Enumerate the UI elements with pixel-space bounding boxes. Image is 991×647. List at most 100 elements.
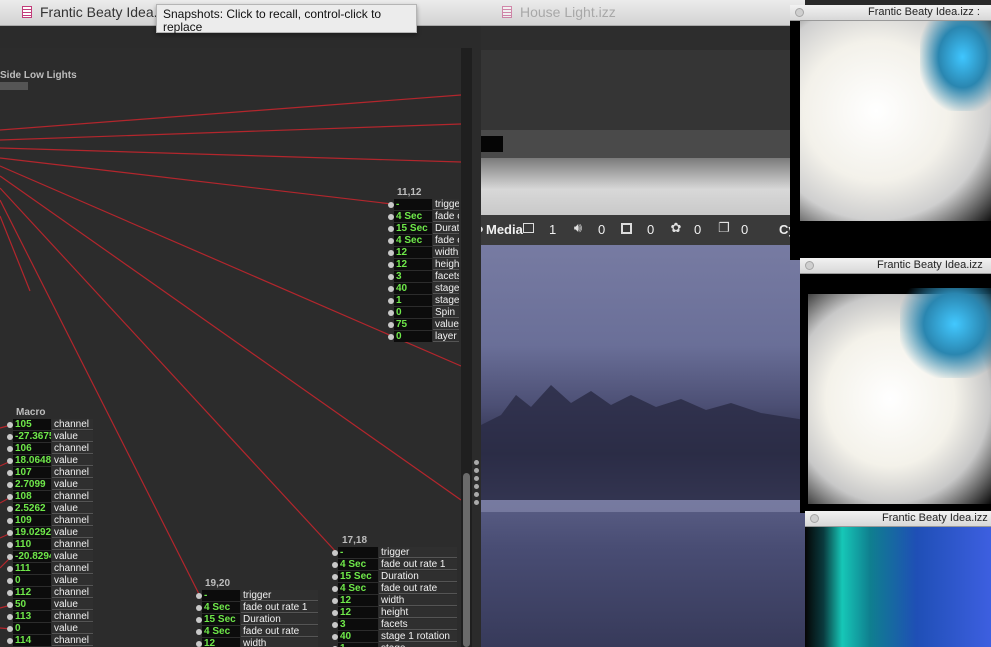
- param-value[interactable]: 12: [338, 607, 378, 618]
- param-value[interactable]: 15 Sec: [338, 571, 378, 582]
- param-row[interactable]: -20.8294 value: [7, 551, 94, 563]
- param-row[interactable]: 2.5262 value: [7, 503, 94, 515]
- param-value[interactable]: 40: [394, 283, 432, 294]
- param-value[interactable]: 114: [13, 635, 51, 646]
- param-value[interactable]: 109: [13, 515, 51, 526]
- param-row[interactable]: 3facets: [388, 271, 461, 283]
- param-row[interactable]: 107 channel: [7, 467, 94, 479]
- param-row[interactable]: 112 channel: [7, 587, 94, 599]
- param-value[interactable]: 107: [13, 467, 51, 478]
- param-row[interactable]: -trigger: [196, 590, 319, 602]
- param-value[interactable]: 108: [13, 491, 51, 502]
- param-row[interactable]: 4 Secfade out rate 1: [196, 602, 319, 614]
- preview-3-titlebar[interactable]: Frantic Beaty Idea.izz: [805, 511, 991, 527]
- param-value[interactable]: 12: [338, 595, 378, 606]
- param-value[interactable]: 1: [394, 295, 432, 306]
- param-row[interactable]: 50 value: [7, 599, 94, 611]
- param-row[interactable]: 12height: [388, 259, 461, 271]
- patch-editor-canvas[interactable]: Side Low Lights 11,12 -trigger4 Secfade …: [0, 48, 461, 647]
- picture-icon[interactable]: [621, 223, 632, 234]
- param-row[interactable]: 0 value: [7, 575, 94, 587]
- param-value[interactable]: -: [338, 547, 378, 558]
- param-row[interactable]: -27.3675 value: [7, 431, 94, 443]
- param-row[interactable]: 0 layer: [388, 331, 461, 343]
- param-row[interactable]: 0 value: [7, 623, 94, 635]
- param-row[interactable]: 3facets: [332, 619, 457, 631]
- param-row[interactable]: 75 value: [388, 319, 461, 331]
- param-value[interactable]: -: [394, 199, 432, 210]
- close-icon[interactable]: [795, 8, 804, 17]
- close-icon[interactable]: [810, 514, 819, 523]
- param-row[interactable]: 12 width: [388, 247, 461, 259]
- param-value[interactable]: -: [202, 590, 240, 601]
- param-value[interactable]: 0: [394, 331, 432, 342]
- param-row[interactable]: 4 Secfade out rate: [332, 583, 457, 595]
- param-row[interactable]: 1stage: [388, 295, 461, 307]
- param-row[interactable]: 113 channel: [7, 611, 94, 623]
- layer-icon[interactable]: ❐: [717, 221, 731, 235]
- param-row[interactable]: 15 SecDuration: [196, 614, 319, 626]
- param-value[interactable]: 4 Sec: [202, 626, 240, 637]
- param-row[interactable]: 18.0648 value: [7, 455, 94, 467]
- close-icon[interactable]: [805, 261, 814, 270]
- actor-19-20[interactable]: - trigger 4 Sec fade out rate 1 15 Sec Durati…: [196, 590, 319, 647]
- param-row[interactable]: 4 Secfade out rate: [196, 626, 319, 638]
- param-value[interactable]: 40: [338, 631, 378, 642]
- param-value[interactable]: 112: [13, 587, 51, 598]
- param-value[interactable]: 2.5262: [13, 503, 51, 514]
- param-value[interactable]: 12: [394, 247, 432, 258]
- palette-icon[interactable]: ✿: [669, 221, 683, 235]
- param-value[interactable]: 4 Sec: [202, 602, 240, 613]
- param-row[interactable]: -trigger: [388, 199, 461, 211]
- param-row[interactable]: 110 channel: [7, 539, 94, 551]
- param-row[interactable]: 114 channel: [7, 635, 94, 647]
- param-row[interactable]: 109 channel: [7, 515, 94, 527]
- param-row[interactable]: 12height: [332, 607, 457, 619]
- param-value[interactable]: 19.0292: [13, 527, 51, 538]
- param-value[interactable]: 105: [13, 419, 51, 430]
- param-row[interactable]: 2.7099 value: [7, 479, 94, 491]
- param-row[interactable]: 106 channel: [7, 443, 94, 455]
- param-row[interactable]: 0 Spin: [388, 307, 461, 319]
- param-value[interactable]: 12: [202, 638, 240, 647]
- param-value[interactable]: 3: [394, 271, 432, 282]
- param-value[interactable]: -20.8294: [13, 551, 51, 562]
- param-row[interactable]: 4 Secfade out rate 1: [332, 559, 457, 571]
- param-value[interactable]: 0: [13, 623, 51, 634]
- param-value[interactable]: 50: [13, 599, 51, 610]
- param-value[interactable]: 1: [338, 643, 378, 647]
- preview-1-titlebar[interactable]: Frantic Beaty Idea.izz :: [790, 5, 991, 21]
- param-row[interactable]: 40stage 1 rotation: [388, 283, 461, 295]
- param-row[interactable]: 111 channel: [7, 563, 94, 575]
- param-row[interactable]: 4 Secfade out rate: [388, 235, 461, 247]
- house-window-titlebar[interactable]: House Light.izz: [481, 0, 805, 26]
- param-row[interactable]: 15 SecDuration: [332, 571, 457, 583]
- param-value[interactable]: 4 Sec: [394, 235, 432, 246]
- param-value[interactable]: 4 Sec: [338, 559, 378, 570]
- param-value[interactable]: 4 Sec: [394, 211, 432, 222]
- param-row[interactable]: 19.0292 value: [7, 527, 94, 539]
- movie-icon[interactable]: [523, 223, 534, 233]
- param-value[interactable]: 0: [394, 307, 432, 318]
- param-row[interactable]: 1stage: [332, 643, 457, 647]
- param-row[interactable]: 12 width: [332, 595, 457, 607]
- split-divider-handle[interactable]: [472, 440, 481, 510]
- param-value[interactable]: 111: [13, 563, 51, 574]
- param-row[interactable]: 108 channel: [7, 491, 94, 503]
- param-value[interactable]: 15 Sec: [202, 614, 240, 625]
- param-value[interactable]: 12: [394, 259, 432, 270]
- param-value[interactable]: 15 Sec: [394, 223, 432, 234]
- param-row[interactable]: -trigger: [332, 547, 457, 559]
- param-row[interactable]: 4 Secfade out rate 1: [388, 211, 461, 223]
- param-row[interactable]: 12 width: [196, 638, 319, 647]
- speaker-icon[interactable]: 🔊︎: [571, 221, 585, 235]
- actor-17-18[interactable]: - trigger 4 Sec fade out rate 1 15 Sec Durati…: [332, 547, 457, 647]
- param-row[interactable]: 40stage 1 rotation: [332, 631, 457, 643]
- param-row[interactable]: 105 channel: [7, 419, 94, 431]
- param-value[interactable]: 18.0648: [13, 455, 51, 466]
- actor-macro[interactable]: 105 channel -27.3675 value 106 channel 18.0648…: [7, 419, 94, 647]
- param-value[interactable]: 113: [13, 611, 51, 622]
- scrollbar-thumb[interactable]: [463, 473, 470, 647]
- param-value[interactable]: -27.3675: [13, 431, 51, 442]
- patch-vertical-scrollbar[interactable]: [461, 48, 472, 647]
